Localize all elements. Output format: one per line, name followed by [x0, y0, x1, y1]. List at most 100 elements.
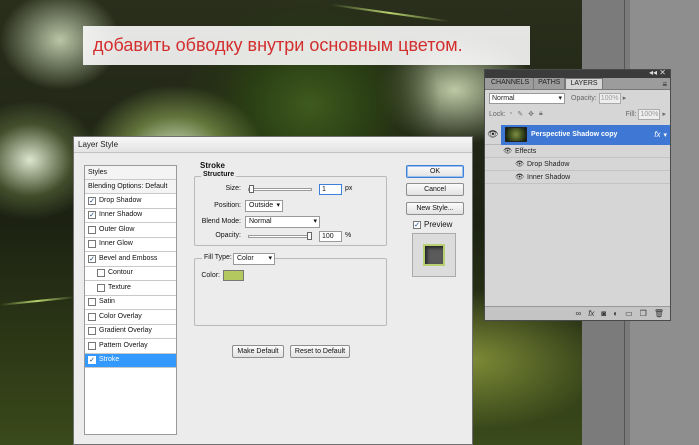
opacity-input[interactable]: 100 — [319, 231, 342, 242]
lock-position-icon[interactable]: ✥ — [528, 110, 534, 118]
preview-label: Preview — [424, 220, 453, 229]
effects-label: Effects — [515, 147, 537, 155]
styles-item-gradient-overlay[interactable]: Gradient Overlay — [85, 325, 176, 339]
preview-checkbox[interactable]: ✓ — [413, 220, 421, 229]
blend-mode-label: Blend Mode: — [201, 218, 241, 225]
style-label: Satin — [99, 298, 115, 306]
effect-eye-icon[interactable]: 👁︎ — [485, 160, 527, 168]
styles-item-drop-shadow[interactable]: ✓ Drop Shadow — [85, 194, 176, 209]
effect-row-drop-shadow[interactable]: 👁︎ Drop Shadow — [485, 158, 670, 171]
opacity-field[interactable]: 100% — [598, 92, 621, 104]
size-input[interactable]: 1 — [319, 184, 342, 195]
tab-layers[interactable]: LAYERS — [565, 78, 603, 89]
layer-thumbnail — [505, 127, 527, 142]
layer-row[interactable]: 👁︎ Perspective Shadow copy fx ▾ — [485, 124, 670, 145]
preview-row[interactable]: ✓ Preview — [413, 220, 452, 229]
light-streak — [330, 3, 450, 23]
style-label: Inner Glow — [99, 240, 133, 248]
styles-item-bevel-and-emboss[interactable]: ✓ Bevel and Emboss — [85, 252, 176, 267]
panel-menu-icon[interactable]: ≡ — [662, 80, 667, 89]
trash-icon[interactable]: 🗑︎ — [654, 309, 664, 318]
adjustment-icon[interactable]: ◐ — [613, 309, 618, 318]
opacity-label: Opacity: — [571, 94, 597, 102]
link-icon[interactable]: ∞ — [575, 309, 581, 318]
stroke-color-swatch[interactable] — [223, 270, 244, 281]
layer-main[interactable]: Perspective Shadow copy fx ▾ — [501, 124, 670, 145]
style-label: Bevel and Emboss — [99, 254, 158, 262]
style-checkbox[interactable] — [88, 312, 96, 321]
styles-item-inner-shadow[interactable]: ✓ Inner Shadow — [85, 209, 176, 223]
fill-field[interactable]: 100% — [638, 108, 661, 120]
lock-pixels-icon[interactable]: ✎ — [517, 110, 523, 118]
tab-channels[interactable]: CHANNELS — [487, 78, 535, 89]
effects-row[interactable]: 👁︎ Effects — [485, 145, 670, 158]
structure-title: Structure — [201, 171, 237, 178]
blend-mode-select[interactable]: Normal — [489, 92, 565, 104]
lock-label: Lock: — [489, 110, 506, 118]
styles-item-inner-glow[interactable]: Inner Glow — [85, 238, 176, 252]
styles-item-outer-glow[interactable]: Outer Glow — [85, 223, 176, 238]
fill-label: Fill: — [625, 110, 637, 118]
styles-item-contour[interactable]: Contour — [85, 267, 176, 281]
styles-item-styles[interactable]: Styles — [85, 166, 176, 180]
size-slider-thumb[interactable] — [248, 185, 254, 193]
mask-icon[interactable]: ◙ — [601, 309, 606, 318]
styles-item-pattern-overlay[interactable]: Pattern Overlay — [85, 339, 176, 354]
expand-arrow-icon[interactable]: ▾ — [663, 131, 667, 139]
lock-row: Lock: ▫ ✎ ✥ 🔒︎ Fill: 100% ▸ — [485, 106, 670, 122]
style-checkbox[interactable]: ✓ — [88, 356, 96, 365]
eye-icon[interactable]: 👁︎ — [485, 129, 501, 140]
position-label: Position: — [214, 202, 241, 209]
tab-paths[interactable]: PATHS — [534, 78, 566, 89]
style-checkbox[interactable]: ✓ — [88, 254, 96, 263]
layer-style-dialog: Layer Style Styles Blending Options: Defa… — [73, 136, 473, 445]
new-style-button[interactable]: New Style... — [406, 202, 464, 215]
fx-icon[interactable]: fx — [654, 130, 660, 139]
style-label: Gradient Overlay — [99, 327, 152, 335]
style-checkbox[interactable] — [88, 225, 96, 234]
styles-item-texture[interactable]: Texture — [85, 281, 176, 296]
folder-icon[interactable]: ▭ — [625, 309, 633, 318]
styles-item-color-overlay[interactable]: Color Overlay — [85, 310, 176, 325]
style-label: Stroke — [99, 356, 120, 364]
fill-type-select[interactable]: Color — [233, 253, 275, 265]
size-slider[interactable] — [248, 188, 312, 191]
effects-eye-icon[interactable]: 👁︎ — [485, 147, 515, 155]
fill-type-group — [194, 258, 387, 326]
color-label: Color: — [201, 272, 220, 279]
new-layer-icon[interactable]: ❐ — [640, 309, 647, 318]
collapse-icon[interactable]: ◂◂ ✕ — [649, 68, 666, 77]
style-checkbox[interactable]: ✓ — [88, 196, 96, 205]
opacity-slider[interactable] — [248, 235, 312, 238]
ok-button[interactable]: OK — [406, 165, 464, 178]
opacity-slider-thumb[interactable] — [307, 232, 312, 240]
style-label: Inner Shadow — [99, 211, 143, 219]
style-checkbox[interactable] — [88, 341, 96, 350]
style-checkbox[interactable] — [88, 327, 96, 336]
blend-mode-select[interactable]: Normal — [245, 216, 320, 228]
fill-arrow-icon[interactable]: ▸ — [662, 110, 666, 118]
lock-transparency-icon[interactable]: ▫ — [510, 110, 512, 118]
styles-item-satin[interactable]: Satin — [85, 296, 176, 310]
lock-all-icon[interactable]: 🔒︎ — [539, 110, 543, 118]
style-checkbox[interactable]: ✓ — [88, 211, 96, 220]
position-select[interactable]: Outside — [245, 200, 283, 212]
layers-panel: ◂◂ ✕ CHANNELS PATHS LAYERS ≡ Normal Opac… — [484, 68, 671, 321]
effect-eye-icon[interactable]: 👁︎ — [485, 173, 527, 181]
effect-row-inner-shadow[interactable]: 👁︎ Inner Shadow — [485, 171, 670, 184]
cancel-button[interactable]: Cancel — [406, 183, 464, 196]
style-label: Pattern Overlay — [99, 341, 148, 349]
fx-icon[interactable]: fx — [588, 309, 594, 318]
style-checkbox[interactable] — [97, 269, 105, 278]
make-default-button[interactable]: Make Default — [232, 345, 284, 358]
style-preview — [412, 233, 456, 277]
opacity-arrow-icon[interactable]: ▸ — [623, 94, 627, 102]
style-checkbox[interactable] — [88, 298, 96, 307]
style-checkbox[interactable] — [88, 240, 96, 249]
styles-item-blending-options-default[interactable]: Blending Options: Default — [85, 180, 176, 194]
opacity-label: Opacity: — [215, 232, 241, 239]
reset-to-default-button[interactable]: Reset to Default — [290, 345, 350, 358]
style-label: Drop Shadow — [99, 196, 142, 204]
styles-item-stroke[interactable]: ✓ Stroke — [85, 353, 176, 368]
style-checkbox[interactable] — [97, 283, 105, 292]
